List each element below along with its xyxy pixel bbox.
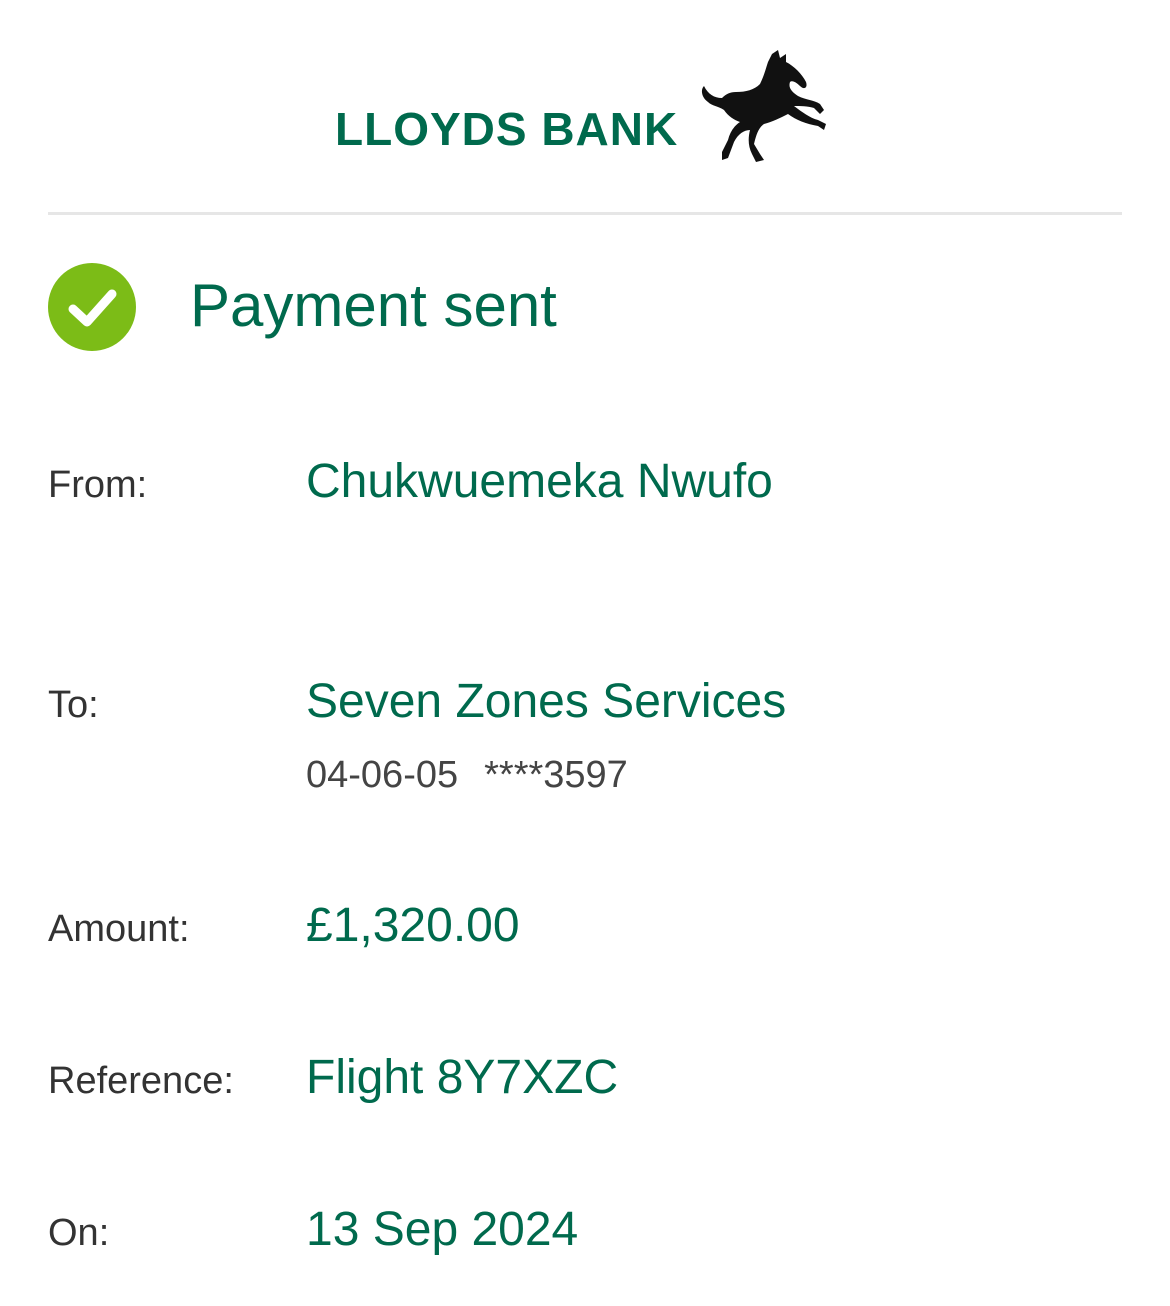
from-value: Chukwuemeka Nwufo bbox=[306, 455, 773, 508]
sort-code: 04-06-05 bbox=[306, 754, 459, 796]
header-divider bbox=[48, 212, 1122, 215]
status-title: Payment sent bbox=[190, 272, 557, 339]
reference-value: Flight 8Y7XZC bbox=[306, 1051, 619, 1104]
black-horse-icon bbox=[701, 50, 826, 162]
date-label: On: bbox=[48, 1212, 110, 1254]
date-value: 13 Sep 2024 bbox=[306, 1203, 579, 1256]
brand-logo: LLOYDS BANK bbox=[335, 96, 678, 166]
amount-value: £1,320.00 bbox=[306, 899, 520, 952]
amount-label: Amount: bbox=[48, 908, 190, 950]
payment-status: Payment sent bbox=[48, 262, 557, 352]
account-number: ****3597 bbox=[484, 754, 628, 796]
to-account-details: 04-06-05 ****3597 bbox=[306, 756, 654, 794]
app-header: LLOYDS BANK bbox=[0, 0, 1170, 214]
reference-label: Reference: bbox=[48, 1060, 234, 1102]
from-label: From: bbox=[48, 464, 148, 506]
check-circle-icon bbox=[48, 263, 136, 351]
to-value: Seven Zones Services bbox=[306, 675, 787, 728]
brand-name: LLOYDS BANK bbox=[335, 103, 679, 155]
to-label: To: bbox=[48, 684, 99, 726]
